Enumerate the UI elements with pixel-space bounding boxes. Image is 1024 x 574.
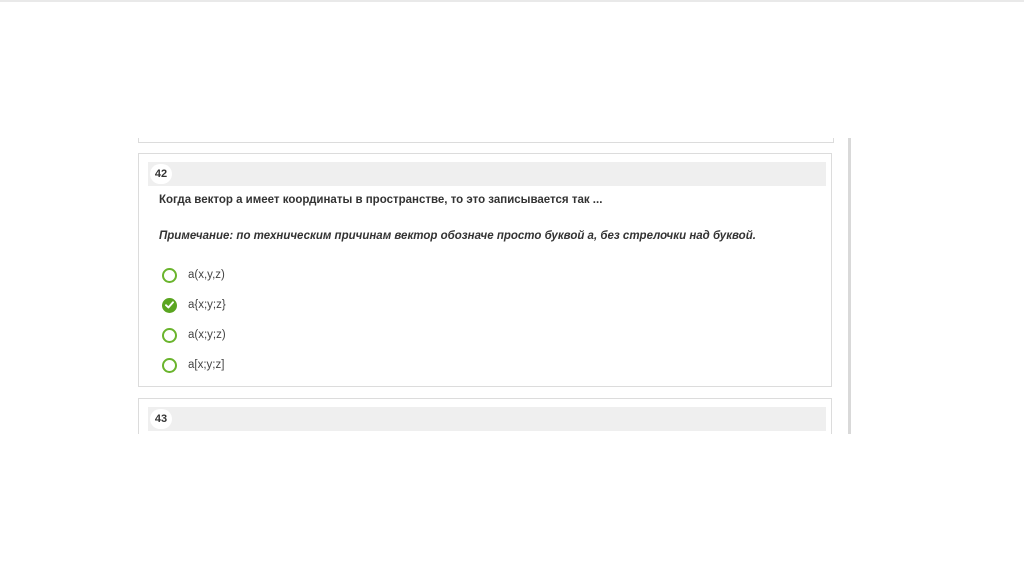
previous-question-card [138, 138, 834, 143]
question-number-bar: 43 [148, 407, 826, 431]
question-number-badge: 42 [150, 164, 172, 184]
answer-option-2[interactable]: a{x;y;z} [162, 290, 226, 320]
question-number-bar: 42 [148, 162, 826, 186]
answer-option-4[interactable]: a[x;y;z] [162, 350, 226, 380]
answer-option-label: a(x;y;z) [188, 329, 226, 341]
answer-option-label: a(x,y,z) [188, 269, 225, 281]
quiz-scroll-area[interactable]: 42 Когда вектор а имеет координаты в про… [126, 138, 851, 434]
radio-unchecked-icon[interactable] [162, 357, 177, 373]
question-number-badge: 43 [150, 409, 172, 429]
question-note: Примечание: по техническим причинам вект… [159, 230, 756, 242]
answer-option-label: a{x;y;z} [188, 299, 226, 311]
radio-unchecked-icon[interactable] [162, 267, 177, 283]
question-card-43: 43 [138, 398, 832, 434]
check-circle-icon[interactable] [162, 297, 177, 313]
answer-option-label: a[x;y;z] [188, 359, 225, 371]
answer-option-3[interactable]: a(x;y;z) [162, 320, 226, 350]
question-card-42: 42 Когда вектор а имеет координаты в про… [138, 153, 832, 387]
answer-options: a(x,y,z) a{x;y;z} a(x;y;z) a[x;y;z] [162, 260, 226, 380]
answer-option-1[interactable]: a(x,y,z) [162, 260, 226, 290]
top-divider [0, 0, 1024, 2]
radio-unchecked-icon[interactable] [162, 327, 177, 343]
question-text: Когда вектор а имеет координаты в простр… [159, 194, 603, 206]
